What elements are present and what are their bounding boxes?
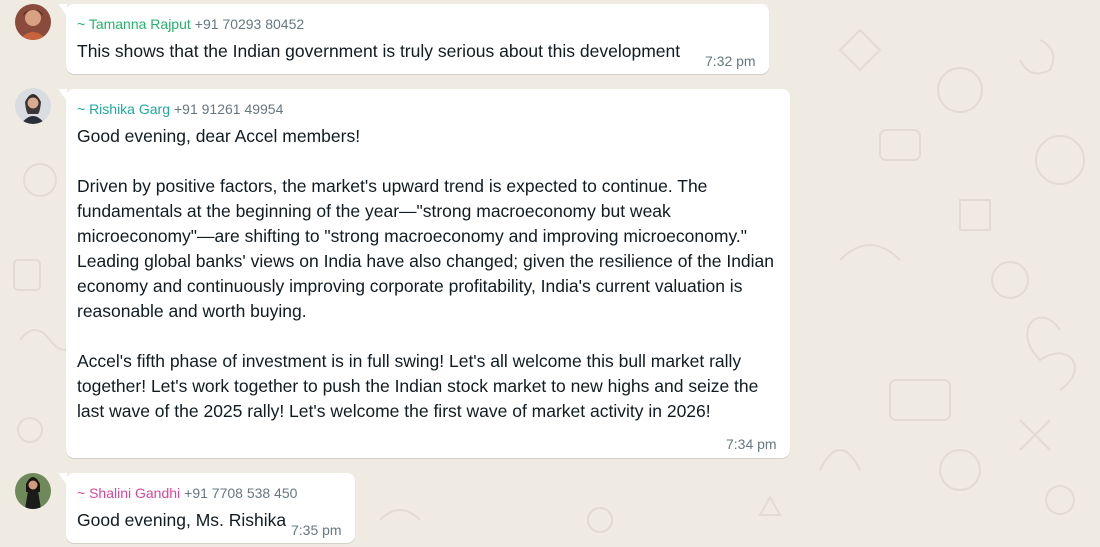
- sender-phone: +91 7708 538 450: [184, 485, 298, 501]
- sender-phone: +91 91261 49954: [173, 101, 284, 117]
- avatar[interactable]: [15, 4, 51, 40]
- avatar[interactable]: [15, 473, 51, 509]
- message-text: This shows that the Indian government is…: [77, 41, 681, 61]
- message-time: 7:35 pm: [291, 522, 342, 538]
- message-bubble[interactable]: ~ Rishika Garg +91 91261 49954 Good eveni…: [58, 89, 790, 458]
- sender-line: ~ Rishika Garg +91 91261 49954: [77, 99, 780, 119]
- message-text: Good evening, dear Accel members! Driven…: [77, 126, 775, 421]
- sender-name[interactable]: ~ Rishika Garg: [77, 101, 170, 117]
- sender-name[interactable]: ~ Shalini Gandhi: [77, 485, 180, 501]
- avatar[interactable]: [15, 88, 51, 124]
- sender-line: ~ Shalini Gandhi +91 7708 538 450: [77, 483, 345, 503]
- message-bubble[interactable]: ~ Tamanna Rajput +91 70293 80452 This sho…: [58, 4, 769, 74]
- sender-line: ~ Tamanna Rajput +91 70293 80452: [77, 14, 759, 34]
- sender-phone: +91 70293 80452: [194, 16, 305, 32]
- sender-name[interactable]: ~ Tamanna Rajput: [77, 16, 191, 32]
- message-time: 7:32 pm: [705, 53, 756, 69]
- message-text: Good evening, Ms. Rishika: [77, 510, 287, 530]
- message-time: 7:34 pm: [726, 436, 777, 452]
- message-bubble[interactable]: ~ Shalini Gandhi +91 7708 538 450 Good ev…: [58, 473, 355, 543]
